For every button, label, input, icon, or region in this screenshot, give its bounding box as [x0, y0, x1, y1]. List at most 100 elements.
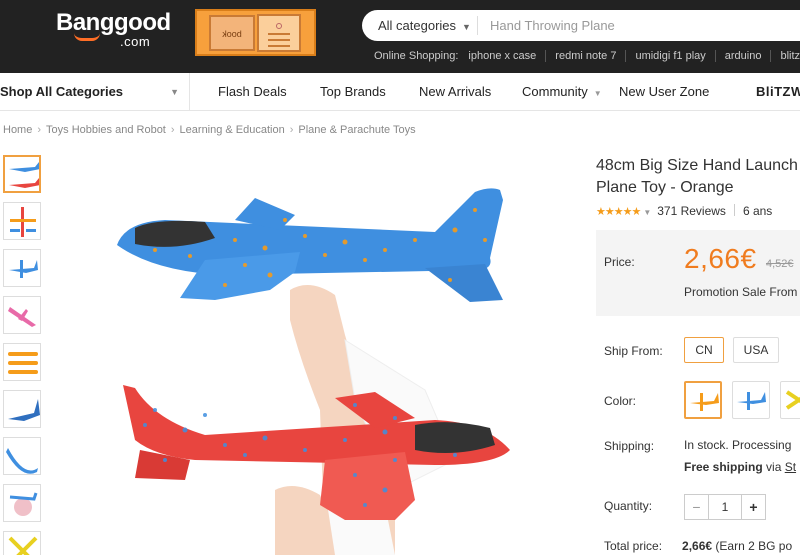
search-bar: All categories ▼ [362, 10, 800, 41]
ship-from-cn-option[interactable]: CN [684, 337, 724, 363]
breadcrumb-link[interactable]: Learning & Education [180, 124, 285, 136]
quantity-input[interactable]: 1 [709, 495, 741, 519]
breadcrumb-separator: › [289, 124, 294, 136]
thumbnail-list [3, 155, 43, 555]
top-header: Banggood .com book All categories ▼ Onlin… [0, 0, 800, 73]
search-divider [477, 16, 478, 35]
product-title: 48cm Big Size Hand Launch Plane Toy - Or… [596, 155, 800, 199]
dropdown-triangle-icon: ▼ [170, 87, 179, 97]
nav-community[interactable]: Community ▼ [522, 73, 602, 111]
color-option-orange[interactable] [684, 381, 722, 419]
answers-link[interactable]: 6 ans [743, 204, 772, 218]
quantity-decrease-button[interactable]: − [685, 495, 709, 519]
search-input[interactable] [482, 14, 782, 36]
price-label: Price: [604, 255, 635, 269]
total-price-label: Total price: [604, 539, 663, 553]
shipping-label: Shipping: [604, 439, 655, 453]
search-category-label: All categories [378, 18, 457, 33]
hotword-link[interactable]: redmi note 7 [545, 50, 626, 62]
pink-plane-icon [8, 307, 36, 327]
product-title-line: 48cm Big Size Hand Launch [596, 157, 798, 174]
breadcrumb-link[interactable]: Home [3, 124, 32, 136]
star-rating-icon[interactable]: ★★★★★ [596, 206, 641, 218]
nav-flash-deals[interactable]: Flash Deals [218, 73, 287, 111]
quantity-label: Quantity: [604, 499, 653, 513]
promotion-text: Promotion Sale From [684, 285, 798, 299]
nav-new-user-zone[interactable]: New User Zone [619, 73, 709, 111]
breadcrumb-link[interactable]: Toys Hobbies and Robot [46, 124, 166, 136]
current-price: 2,66€ [684, 243, 757, 274]
foam-planes-image [117, 188, 510, 555]
quantity-stepper: − 1 + [684, 494, 766, 520]
ship-from-label: Ship From: [604, 344, 663, 358]
shop-all-categories[interactable]: Shop All Categories ▼ [0, 73, 190, 111]
blue-plane-icon [9, 260, 38, 278]
breadcrumb-separator: › [170, 124, 175, 136]
yellow-plane-icon [785, 390, 800, 410]
quantity-increase-button[interactable]: + [741, 495, 765, 519]
logo-domain: .com [120, 34, 151, 49]
thumbnail[interactable] [3, 531, 41, 555]
thumbnail[interactable] [3, 343, 41, 381]
nav-blitzwolf[interactable]: BliTZW [756, 73, 800, 111]
thumbnail[interactable] [3, 390, 41, 428]
thumbnail[interactable] [3, 155, 41, 193]
hotwords-bar: Online Shopping: iphone x case redmi note … [374, 50, 800, 62]
search-category-select[interactable]: All categories ▼ [378, 18, 471, 33]
product-info: 48cm Big Size Hand Launch Plane Toy - Or… [596, 155, 800, 553]
breadcrumb-link[interactable]: Plane & Parachute Toys [298, 124, 415, 136]
points-note: (Earn 2 BG po [715, 539, 793, 553]
nav-community-label: Community [522, 84, 588, 99]
via-text: via [766, 460, 782, 474]
breadcrumb: Home › Toys Hobbies and Robot › Learning & E… [3, 124, 416, 136]
rating-row: ★★★★★ ▼ 371 Reviews 6 ans [596, 204, 772, 218]
free-shipping-row: Free shipping via St [684, 460, 796, 474]
total-price-value: 2,66€ [682, 539, 713, 553]
thumbnail[interactable] [3, 296, 41, 334]
thumbnail[interactable] [3, 484, 41, 522]
blue-plane-icon [737, 392, 766, 410]
product-title-line: Plane Toy - Orange [596, 179, 734, 196]
orange-parts-icon [8, 352, 38, 374]
plane-parts-icon [10, 207, 36, 237]
main-nav: Shop All Categories ▼ Flash Deals Top Br… [0, 73, 800, 111]
shop-all-label: Shop All Categories [0, 84, 124, 99]
free-shipping-text: Free shipping [684, 460, 763, 474]
hotword-link[interactable]: umidigi f1 play [625, 50, 715, 62]
hotword-link[interactable]: iphone x case [464, 50, 545, 62]
price-box: Price: 2,66€ 4,52€ Promotion Sale From [596, 230, 800, 316]
dropdown-triangle-icon[interactable]: ▼ [643, 208, 651, 217]
banggood-logo[interactable]: Banggood .com [56, 10, 171, 50]
bent-plane-icon [6, 448, 38, 474]
notebook-icon [257, 14, 301, 52]
rating-divider [733, 204, 735, 216]
thumbnail[interactable] [3, 437, 41, 475]
dropdown-triangle-icon: ▼ [593, 89, 602, 98]
original-price: 4,52€ [766, 258, 794, 270]
product-main-image[interactable] [95, 160, 555, 555]
hotwords-label: Online Shopping: [374, 50, 459, 62]
thumbnail[interactable] [3, 202, 41, 240]
thumbnail[interactable] [3, 249, 41, 287]
shipping-method-link[interactable]: St [785, 460, 796, 474]
dropdown-triangle-icon: ▼ [462, 22, 471, 32]
orange-plane-icon [690, 393, 719, 411]
book-icon: book [209, 15, 255, 51]
total-price-row: Total price: 2,66€ (Earn 2 BG po [604, 539, 792, 553]
shipping-status: In stock. Processing [684, 438, 792, 452]
hotword-link[interactable]: arduino [714, 50, 771, 62]
yellow-plane-icon [8, 536, 38, 555]
hotword-link[interactable]: blitzw [770, 50, 800, 62]
ship-from-usa-option[interactable]: USA [733, 337, 779, 363]
breadcrumb-separator: › [37, 124, 42, 136]
color-option-yellow[interactable] [780, 381, 800, 419]
blue-plane-side-icon [8, 399, 40, 421]
kids-plane-icon [9, 492, 38, 516]
plane-pair-icon [9, 162, 39, 188]
promo-banner[interactable]: book [195, 9, 316, 56]
color-option-blue[interactable] [732, 381, 770, 419]
reviews-link[interactable]: 371 Reviews [657, 204, 726, 218]
logo-smile-icon [74, 33, 100, 41]
nav-new-arrivals[interactable]: New Arrivals [419, 73, 491, 111]
nav-top-brands[interactable]: Top Brands [320, 73, 386, 111]
